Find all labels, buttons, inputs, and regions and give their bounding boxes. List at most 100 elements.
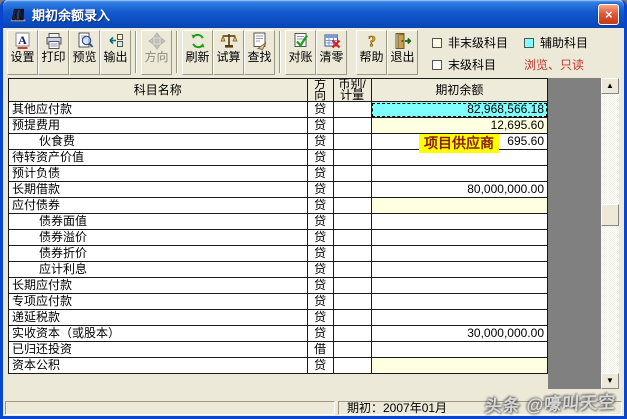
preview-button[interactable]: 预览 [69,30,100,75]
trial-button[interactable]: 试算 [213,30,244,75]
settings-icon: A [14,32,32,50]
subject-name-cell[interactable]: 长期应付款 [8,277,308,294]
close-button[interactable]: × [598,3,619,25]
direction-cell[interactable]: 贷 [306,277,334,294]
currency-cell[interactable] [332,341,372,358]
currency-cell[interactable] [332,197,372,214]
balance-cell[interactable] [370,213,549,230]
balance-cell[interactable] [370,229,549,246]
currency-cell[interactable] [332,117,372,134]
currency-cell[interactable] [332,261,372,278]
direction-cell[interactable]: 贷 [306,261,334,278]
direction-cell[interactable]: 贷 [306,245,334,262]
currency-cell[interactable] [332,357,372,374]
subject-name-cell[interactable]: 债券折价 [8,245,308,262]
legend-leaf: 末级科目 [432,56,508,73]
balance-cell[interactable] [370,309,549,326]
balance-cell[interactable]: 30,000,000.00 [370,325,549,342]
table-row: 应付债券 贷 [8,197,549,214]
clear-button[interactable]: 清零 [316,30,347,75]
direction-cell[interactable]: 贷 [306,357,334,374]
currency-cell[interactable] [332,133,372,150]
direction-cell[interactable]: 借 [306,341,334,358]
vertical-scrollbar[interactable]: ▲ ▼ [601,78,619,389]
direction-cell[interactable]: 贷 [306,197,334,214]
direction-cell[interactable]: 贷 [306,133,334,150]
currency-cell[interactable] [332,101,372,118]
settings-button[interactable]: A 设置 [7,30,38,75]
export-button[interactable]: 输出 [100,30,131,75]
subject-name-cell[interactable]: 预提费用 [8,117,308,134]
balance-cell[interactable] [370,293,549,310]
currency-cell[interactable] [332,325,372,342]
subject-name-cell[interactable]: 其他应付款 [8,101,308,118]
scroll-up-button[interactable]: ▲ [601,78,619,94]
direction-cell[interactable]: 贷 [306,149,334,166]
balance-cell[interactable] [370,165,549,182]
currency-cell[interactable] [332,181,372,198]
direction-cell[interactable]: 贷 [306,101,334,118]
scroll-down-button[interactable]: ▼ [601,373,619,389]
balance-cell[interactable]: 82,968,566.18 [370,101,549,118]
direction-cell[interactable]: 贷 [306,165,334,182]
subject-name-cell[interactable]: 待转资产价值 [8,149,308,166]
nonleaf-color-swatch [432,37,442,48]
direction-cell[interactable]: 贷 [306,325,334,342]
table-row: 资本公积 贷 [8,357,549,374]
subject-name-cell[interactable]: 专项应付款 [8,293,308,310]
direction-cell[interactable]: 贷 [306,309,334,326]
currency-cell[interactable] [332,213,372,230]
exit-button[interactable]: 退出 [387,30,418,75]
direction-cell[interactable]: 贷 [306,293,334,310]
subject-name-cell[interactable]: 资本公积 [8,357,308,374]
table-row: 其他应付款 贷 82,968,566.18 [8,101,549,118]
print-icon [45,32,63,50]
legend-nonleaf: 非末级科目 [432,34,508,51]
subject-name-cell[interactable]: 债券溢价 [8,229,308,246]
currency-cell[interactable] [332,293,372,310]
balance-cell[interactable] [370,341,549,358]
balance-cell[interactable] [370,261,549,278]
currency-cell[interactable] [332,245,372,262]
subject-name-cell[interactable]: 伙食费 [8,133,308,150]
print-button[interactable]: 打印 [38,30,69,75]
subject-name-cell[interactable]: 应付债券 [8,197,308,214]
find-icon [251,32,269,51]
currency-cell[interactable] [332,309,372,326]
balance-cell[interactable]: 12,695.60 [370,117,549,134]
currency-cell[interactable] [332,277,372,294]
leaf-color-swatch [432,59,442,70]
currency-cell[interactable] [332,165,372,182]
reconcile-button[interactable]: 对账 [285,30,316,75]
balance-cell[interactable] [370,277,549,294]
direction-cell[interactable]: 贷 [306,181,334,198]
help-icon: ? [363,32,381,51]
direction-cell[interactable]: 贷 [306,229,334,246]
find-button[interactable]: 查找 [244,30,275,75]
col-header-subject-name: 科目名称 [8,78,308,102]
table-row: 专项应付款 贷 [8,293,549,310]
subject-name-cell[interactable]: 长期借款 [8,181,308,198]
legend-auxiliary: 辅助科目 [524,34,588,51]
table-row: 应计利息 贷 [8,261,549,278]
currency-cell[interactable] [332,229,372,246]
direction-cell[interactable]: 贷 [306,117,334,134]
balance-cell[interactable] [370,197,549,214]
subject-name-cell[interactable]: 预计负债 [8,165,308,182]
table-row: 递延税款 贷 [8,309,549,326]
scrollbar-thumb[interactable] [601,204,619,226]
direction-cell[interactable]: 贷 [306,213,334,230]
balance-grid: 科目名称 方向 币别/计量 期初余额 其他应付款 贷 82,968,566.18… [8,78,549,374]
balance-cell[interactable] [370,245,549,262]
currency-cell[interactable] [332,149,372,166]
refresh-button[interactable]: 刷新 [182,30,213,75]
subject-name-cell[interactable]: 递延税款 [8,309,308,326]
balance-cell[interactable]: 80,000,000.00 [370,181,549,198]
reconcile-icon [292,32,310,50]
subject-name-cell[interactable]: 应计利息 [8,261,308,278]
subject-name-cell[interactable]: 已归还投资 [8,341,308,358]
subject-name-cell[interactable]: 债券面值 [8,213,308,230]
balance-cell[interactable] [370,357,549,374]
help-button[interactable]: ? 帮助 [356,30,387,75]
subject-name-cell[interactable]: 实收资本（或股本） [8,325,308,342]
